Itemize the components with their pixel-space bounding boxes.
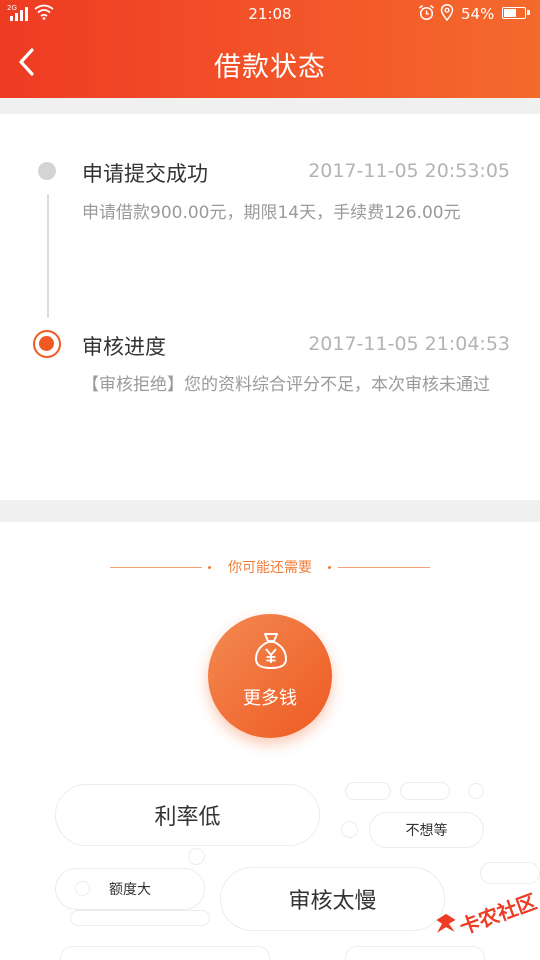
deco-shape (345, 946, 485, 960)
step-time: 2017-11-05 20:53:05 (308, 160, 510, 182)
status-bar: 2G 21:08 54% (0, 0, 540, 28)
status-time: 21:08 (248, 5, 292, 23)
deco-shape (70, 910, 210, 926)
battery-percent: 54% (461, 5, 495, 23)
money-bag-icon (254, 633, 288, 670)
page-title: 借款状态 (214, 52, 326, 83)
deco-shape (341, 821, 358, 838)
deco-shape (468, 783, 484, 799)
step-title: 审核进度 (82, 335, 166, 359)
battery-icon (502, 7, 530, 19)
tag-low-rate[interactable]: 利率低 (55, 784, 320, 846)
deco-shape (480, 862, 540, 884)
section-title: 你可能还需要 (228, 560, 312, 576)
deco-shape (60, 946, 270, 960)
step-desc: 【审核拒绝】您的资料综合评分不足，本次审核未通过 (82, 375, 490, 395)
step-dot-done (38, 162, 56, 180)
watermark: 卡农社区 (432, 889, 540, 944)
step-dot-current (33, 330, 61, 358)
step-desc: 申请借款900.00元，期限14天，手续费126.00元 (82, 203, 461, 223)
timeline-line (47, 194, 49, 318)
recommend-card: 你可能还需要 更多钱 利率低 不想等 额度大 审核太慢 (0, 522, 540, 960)
deco-shape (188, 848, 205, 865)
more-money-button[interactable]: 更多钱 (208, 614, 332, 738)
deco-shape (400, 782, 450, 800)
tag-high-limit[interactable]: 额度大 (55, 868, 205, 910)
tag-slow-review[interactable]: 审核太慢 (220, 867, 445, 931)
alarm-icon (419, 4, 434, 21)
tag-no-wait[interactable]: 不想等 (369, 812, 484, 848)
step-title: 申请提交成功 (82, 162, 208, 186)
more-money-label: 更多钱 (243, 688, 297, 709)
section-dot-right (328, 566, 331, 569)
section-divider-right (338, 567, 430, 568)
location-icon (440, 4, 454, 21)
deco-shape (345, 782, 391, 800)
step-time: 2017-11-05 21:04:53 (308, 333, 510, 355)
app-header: 2G 21:08 54% 借款状态 (0, 0, 540, 98)
